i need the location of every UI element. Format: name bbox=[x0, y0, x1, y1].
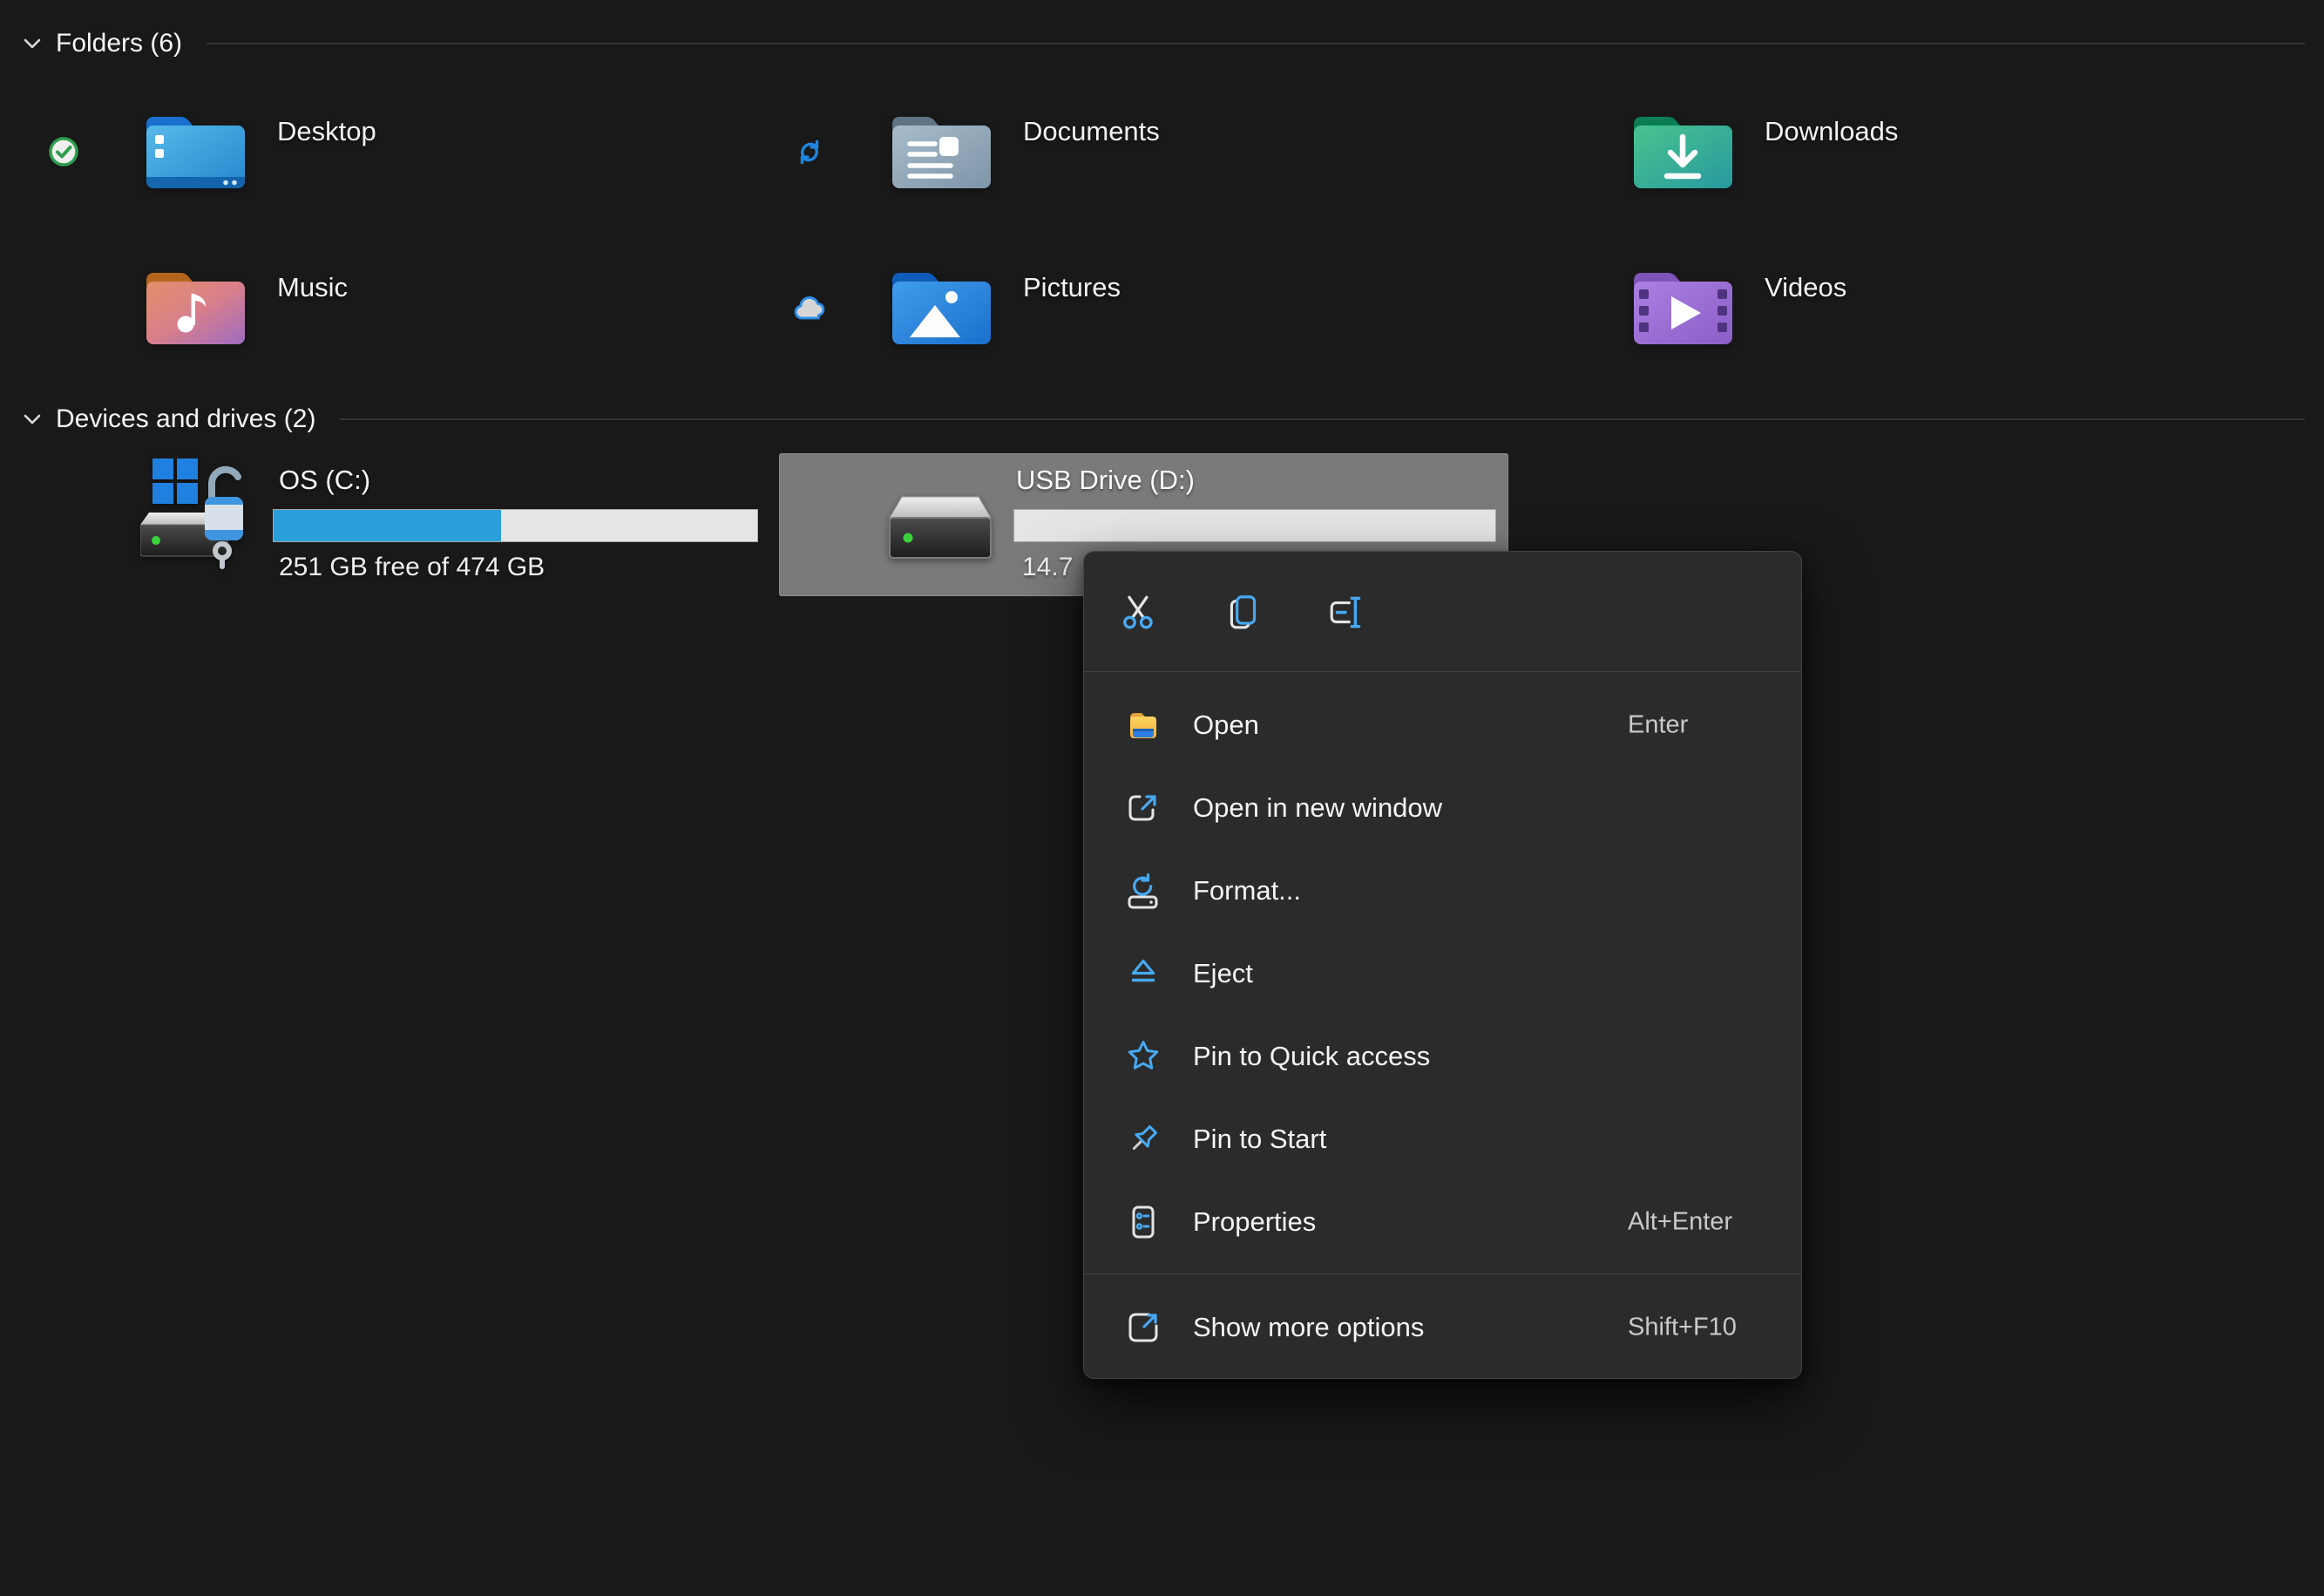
folder-label: Desktop bbox=[277, 116, 376, 146]
folder-label: Documents bbox=[1023, 116, 1160, 146]
menu-item-open[interactable]: Open Enter bbox=[1084, 683, 1801, 766]
menu-item-label: Show more options bbox=[1193, 1311, 1425, 1342]
file-explorer-content: Folders (6) Desktop Documents Downloads … bbox=[0, 0, 2324, 1596]
folder-tile-documents[interactable]: Documents bbox=[800, 111, 1479, 193]
folder-label: Downloads bbox=[1765, 116, 1899, 146]
menu-item-label: Pin to Quick access bbox=[1193, 1040, 1431, 1071]
folder-tile-pictures[interactable]: Pictures bbox=[794, 267, 1479, 349]
downloads-folder-icon bbox=[1634, 117, 1732, 188]
menu-item-shortcut: Enter bbox=[1628, 710, 1689, 738]
devices-section-header: Devices and drives (2) bbox=[21, 399, 2305, 439]
folder-label: Music bbox=[277, 272, 348, 302]
menu-item-shortcut: Alt+Enter bbox=[1628, 1207, 1733, 1235]
folder-label: Videos bbox=[1765, 272, 1847, 302]
desktop-folder-icon bbox=[146, 117, 245, 188]
folder-label: Pictures bbox=[1023, 272, 1121, 302]
cloud-online-only-icon bbox=[794, 296, 825, 320]
sync-in-progress-icon bbox=[800, 139, 819, 165]
folders-section-label: Folders (6) bbox=[56, 29, 183, 58]
documents-folder-icon bbox=[892, 117, 991, 188]
folder-tile-music[interactable]: Music bbox=[140, 267, 733, 349]
capacity-bar bbox=[273, 509, 758, 542]
menu-item-pin-to-start[interactable]: Pin to Start bbox=[1084, 1097, 1801, 1180]
menu-item-pin-to-quick-access[interactable]: Pin to Quick access bbox=[1084, 1015, 1801, 1097]
section-divider bbox=[207, 43, 2305, 44]
menu-item-eject[interactable]: Eject bbox=[1084, 932, 1801, 1015]
menu-item-open-in-new-window[interactable]: Open in new window bbox=[1084, 766, 1801, 849]
menu-item-shortcut: Shift+F10 bbox=[1628, 1313, 1737, 1341]
context-menu: Open Enter Open in new window Format... … bbox=[1083, 551, 1802, 1379]
menu-item-label: Pin to Start bbox=[1193, 1123, 1327, 1154]
menu-item-label: Format... bbox=[1193, 874, 1302, 906]
quick-actions-row bbox=[1084, 552, 1801, 671]
drive-capacity-text: 251 GB free of 474 GB bbox=[279, 553, 545, 581]
folder-tile-videos[interactable]: Videos bbox=[1628, 267, 2220, 349]
menu-separator bbox=[1084, 1273, 1801, 1274]
capacity-bar-fill bbox=[274, 510, 501, 541]
drive-capacity-text: 14.7 bbox=[1022, 553, 1074, 581]
drive-name: OS (C:) bbox=[279, 465, 371, 495]
menu-items: Open Enter Open in new window Format... … bbox=[1084, 672, 1801, 1273]
videos-folder-icon bbox=[1634, 273, 1732, 344]
os-drive-icon bbox=[140, 458, 243, 569]
menu-item-properties[interactable]: Properties Alt+Enter bbox=[1084, 1180, 1801, 1263]
properties-icon bbox=[1132, 1205, 1155, 1238]
cut-button[interactable] bbox=[1119, 591, 1161, 633]
music-folder-icon bbox=[146, 273, 245, 344]
rename-button[interactable] bbox=[1326, 591, 1368, 633]
menu-item-label: Open in new window bbox=[1193, 791, 1443, 823]
open-new-window-icon bbox=[1128, 794, 1156, 820]
capacity-bar bbox=[1013, 509, 1496, 542]
rename-icon bbox=[1330, 594, 1361, 629]
menu-item-show-more-options[interactable]: Show more options Shift+F10 bbox=[1084, 1286, 1801, 1368]
chevron-down-icon[interactable] bbox=[21, 32, 44, 55]
copy-icon bbox=[1230, 594, 1257, 628]
folder-tile-desktop[interactable]: Desktop bbox=[49, 111, 733, 193]
chevron-down-icon[interactable] bbox=[21, 408, 44, 431]
folders-section-header: Folders (6) bbox=[21, 24, 2305, 64]
drive-tile-os-c[interactable]: OS (C:) 251 GB free of 474 GB bbox=[50, 453, 779, 596]
section-divider bbox=[340, 418, 2305, 420]
folder-tile-downloads[interactable]: Downloads bbox=[1628, 111, 2220, 193]
usb-drive-icon bbox=[889, 496, 992, 559]
scissors-icon bbox=[1123, 595, 1153, 628]
format-drive-icon bbox=[1128, 873, 1158, 908]
menu-item-label: Open bbox=[1193, 709, 1259, 740]
show-more-options-icon bbox=[1128, 1313, 1158, 1341]
eject-icon bbox=[1131, 959, 1155, 981]
menu-item-format[interactable]: Format... bbox=[1084, 849, 1801, 932]
star-icon bbox=[1128, 1040, 1159, 1070]
pictures-folder-icon bbox=[892, 273, 991, 344]
sync-complete-icon bbox=[49, 137, 78, 166]
copy-button[interactable] bbox=[1223, 591, 1264, 633]
open-folder-icon bbox=[1130, 712, 1156, 738]
devices-section-label: Devices and drives (2) bbox=[56, 404, 316, 433]
menu-item-label: Eject bbox=[1193, 957, 1253, 988]
drive-name: USB Drive (D:) bbox=[1016, 465, 1195, 495]
menu-item-label: Properties bbox=[1193, 1205, 1317, 1237]
pin-icon bbox=[1132, 1124, 1157, 1150]
